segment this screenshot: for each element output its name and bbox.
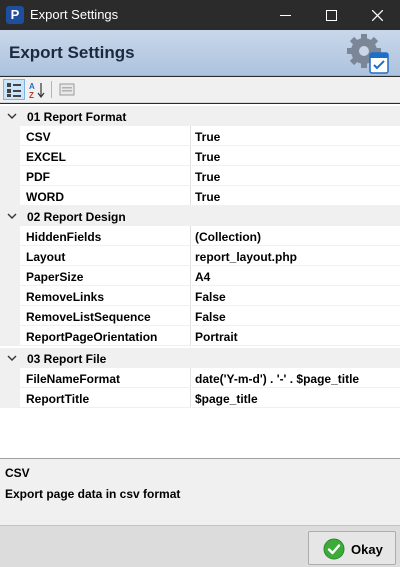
property-row-removelistsequence[interactable]: RemoveListSequence False (0, 306, 400, 326)
property-value[interactable]: (Collection) (195, 230, 261, 244)
alphabetical-sort-button[interactable]: A Z (26, 79, 48, 100)
property-row-reportpageorientation[interactable]: ReportPageOrientation Portrait (0, 326, 400, 346)
property-row-word[interactable]: WORD True (0, 186, 400, 206)
property-row-filenameformat[interactable]: FileNameFormat date('Y-m-d') . '-' . $pa… (0, 368, 400, 388)
property-name: EXCEL (26, 150, 67, 164)
maximize-button[interactable] (308, 0, 354, 30)
property-value[interactable]: date('Y-m-d') . '-' . $page_title (195, 372, 359, 386)
property-row-reporttitle[interactable]: ReportTitle $page_title (0, 388, 400, 408)
property-row-excel[interactable]: EXCEL True (0, 146, 400, 166)
property-name: PDF (26, 170, 50, 184)
property-name: CSV (26, 130, 51, 144)
property-name: ReportTitle (26, 392, 90, 406)
category-report-design[interactable]: 02 Report Design (0, 206, 400, 226)
property-name: RemoveListSequence (26, 310, 151, 324)
property-name: HiddenFields (26, 230, 102, 244)
property-toolbar: A Z (0, 77, 400, 103)
property-value[interactable]: True (195, 170, 220, 184)
chevron-down-icon[interactable] (6, 352, 18, 364)
property-row-csv[interactable]: CSV True (0, 126, 400, 146)
minimize-icon (279, 15, 291, 16)
chevron-down-icon[interactable] (6, 110, 18, 122)
okay-button[interactable]: Okay (308, 531, 396, 565)
property-row-removelinks[interactable]: RemoveLinks False (0, 286, 400, 306)
property-name: ReportPageOrientation (26, 330, 158, 344)
minimize-button[interactable] (262, 0, 308, 30)
property-row-hiddenfields[interactable]: HiddenFields (Collection) (0, 226, 400, 246)
property-name: RemoveLinks (26, 290, 105, 304)
categorized-view-button[interactable] (3, 79, 25, 100)
property-pages-button[interactable] (56, 79, 78, 100)
property-grid: 01 Report Format CSV True EXCEL True PDF… (0, 104, 400, 458)
property-value[interactable]: Portrait (195, 330, 238, 344)
description-text: Export page data in csv format (5, 487, 181, 501)
dialog-header: Export Settings (0, 30, 400, 76)
gear-settings-icon (347, 34, 389, 74)
close-button[interactable] (354, 0, 400, 30)
property-name: PaperSize (26, 270, 84, 284)
property-name: Layout (26, 250, 66, 264)
category-report-format[interactable]: 01 Report Format (0, 106, 400, 126)
dialog-title: Export Settings (9, 43, 135, 62)
window-titlebar: P Export Settings (0, 0, 400, 30)
dialog-footer: Okay (0, 525, 400, 567)
window-title: Export Settings (30, 7, 119, 22)
category-label: 03 Report File (27, 352, 107, 366)
toolbar-separator (51, 81, 52, 98)
chevron-down-icon[interactable] (6, 210, 18, 222)
checkmark-circle-icon (323, 538, 345, 560)
svg-text:A: A (29, 82, 35, 91)
property-row-papersize[interactable]: PaperSize A4 (0, 266, 400, 286)
category-label: 01 Report Format (27, 110, 127, 124)
close-icon (371, 10, 383, 21)
app-icon: P (6, 6, 24, 24)
property-value[interactable]: True (195, 130, 220, 144)
property-value[interactable]: True (195, 190, 220, 204)
property-pages-icon (59, 83, 75, 96)
sort-az-icon: A Z (29, 82, 45, 100)
category-label: 02 Report Design (27, 210, 126, 224)
property-value[interactable]: True (195, 150, 220, 164)
property-value[interactable]: False (195, 310, 226, 324)
svg-text:Z: Z (29, 91, 34, 99)
property-value[interactable]: report_layout.php (195, 250, 297, 264)
property-value[interactable]: A4 (195, 270, 210, 284)
property-value[interactable]: False (195, 290, 226, 304)
description-title: CSV (5, 466, 30, 480)
property-name: FileNameFormat (26, 372, 121, 386)
property-name: WORD (26, 190, 64, 204)
description-panel: CSV Export page data in csv format (0, 458, 400, 525)
property-value[interactable]: $page_title (195, 392, 258, 406)
categorized-icon (7, 83, 21, 97)
maximize-icon (325, 10, 337, 21)
property-row-pdf[interactable]: PDF True (0, 166, 400, 186)
category-report-file[interactable]: 03 Report File (0, 348, 400, 368)
property-row-layout[interactable]: Layout report_layout.php (0, 246, 400, 266)
okay-label: Okay (351, 542, 383, 557)
